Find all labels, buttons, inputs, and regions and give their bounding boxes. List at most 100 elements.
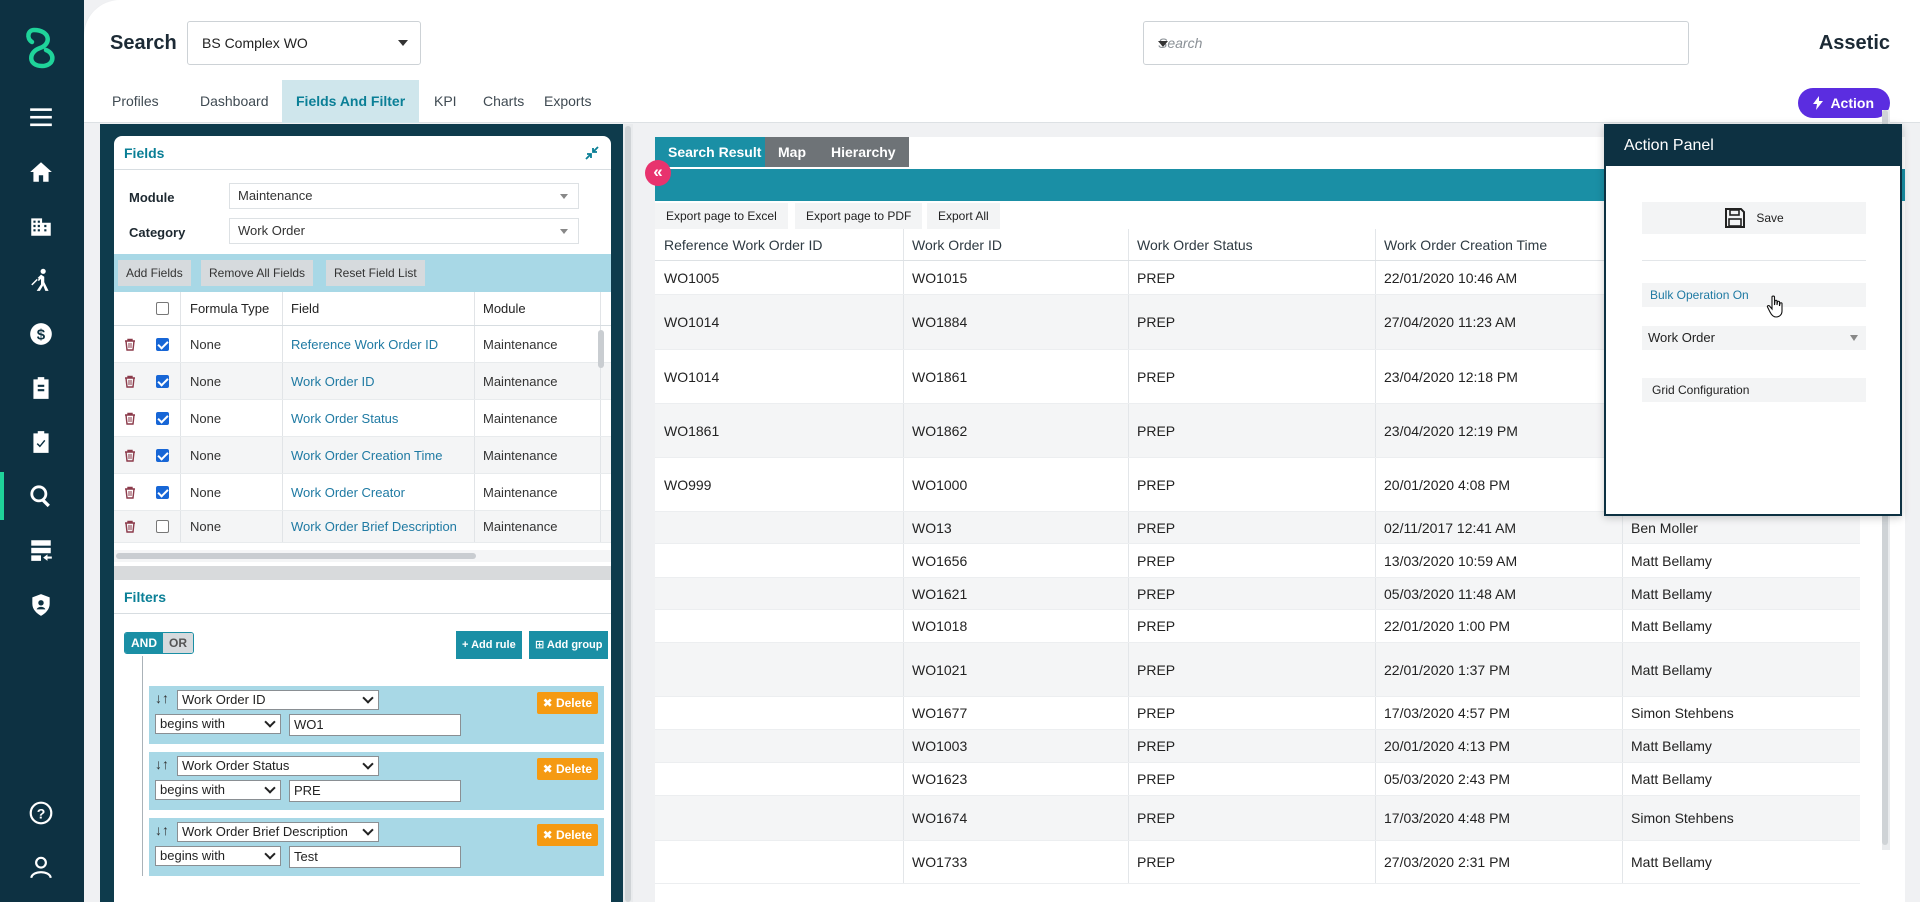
search-icon[interactable] — [24, 479, 58, 513]
and-button[interactable]: AND — [125, 633, 163, 653]
sort-arrows-icon[interactable]: ↓↑ — [155, 756, 169, 772]
rule-value-input[interactable]: Test — [289, 846, 461, 868]
work-order-id-link[interactable]: WO1862 — [903, 404, 967, 457]
save-button[interactable]: Save — [1642, 202, 1866, 234]
field-name-link[interactable]: Work Order Creator — [291, 474, 405, 510]
work-order-id-link[interactable]: WO1656 — [903, 544, 967, 577]
export-excel-button[interactable]: Export page to Excel — [655, 203, 788, 229]
field-name-link[interactable]: Work Order Creation Time — [291, 437, 442, 473]
work-order-id-link[interactable]: WO1621 — [903, 578, 967, 609]
rule-value-input[interactable]: PRE — [289, 780, 461, 802]
action-button[interactable]: Action — [1798, 88, 1890, 118]
select-all-checkbox[interactable] — [156, 292, 169, 325]
tab-charts[interactable]: Charts — [469, 80, 538, 123]
assetic-logo-icon[interactable] — [20, 26, 62, 70]
rule-field-select[interactable]: Work Order Status — [177, 756, 379, 776]
delete-rule-button[interactable]: ✖ Delete — [536, 692, 598, 714]
add-group-button[interactable]: ⊞ Add group — [528, 631, 609, 659]
data-transfer-icon[interactable] — [24, 533, 58, 567]
trash-icon[interactable] — [124, 326, 136, 362]
or-button[interactable]: OR — [163, 633, 193, 653]
user-icon[interactable] — [24, 850, 58, 884]
tab-fields-and-filter[interactable]: Fields And Filter — [282, 80, 420, 123]
column-header[interactable]: Work Order Creation Time — [1375, 229, 1547, 260]
security-shield-icon[interactable] — [24, 588, 58, 622]
field-checkbox[interactable] — [156, 437, 169, 473]
grid-configuration-button[interactable]: Grid Configuration — [1642, 378, 1866, 402]
horizontal-scrollbar[interactable] — [114, 550, 611, 562]
add-fields-button[interactable]: Add Fields — [118, 260, 191, 286]
work-order-id-link[interactable]: WO1623 — [903, 763, 967, 795]
menu-icon[interactable] — [24, 100, 58, 134]
collapse-arrows-icon[interactable] — [585, 146, 599, 160]
trash-icon[interactable] — [124, 474, 136, 510]
clipboard-icon[interactable] — [24, 371, 58, 405]
field-checkbox[interactable] — [156, 511, 169, 542]
trash-icon[interactable] — [124, 437, 136, 473]
work-order-id-link[interactable]: WO13 — [903, 512, 952, 543]
tab-dashboard[interactable]: Dashboard — [186, 80, 283, 123]
work-order-id-link[interactable]: WO1000 — [903, 458, 967, 511]
category-select[interactable]: Work Order — [229, 218, 579, 244]
work-order-id-link[interactable]: WO1677 — [903, 697, 967, 729]
task-icon[interactable] — [24, 425, 58, 459]
work-order-id-link[interactable]: WO1861 — [903, 350, 967, 403]
work-order-status: PREP — [1137, 705, 1176, 721]
bulk-target-select[interactable]: Work Order — [1642, 326, 1866, 350]
work-order-id-link[interactable]: WO1003 — [903, 730, 967, 762]
trash-icon[interactable] — [124, 511, 136, 542]
trash-icon[interactable] — [124, 400, 136, 436]
vertical-scrollbar[interactable] — [598, 330, 604, 368]
remove-all-fields-button[interactable]: Remove All Fields — [201, 260, 314, 286]
collapse-pane-button[interactable]: « — [645, 160, 671, 186]
field-checkbox[interactable] — [156, 400, 169, 436]
trash-icon[interactable] — [124, 363, 136, 399]
work-order-id-link[interactable]: WO1733 — [903, 841, 967, 883]
global-search-input[interactable]: Search — [1143, 21, 1689, 65]
module-select[interactable]: Maintenance — [229, 183, 579, 209]
work-order-id-link[interactable]: WO1674 — [903, 796, 967, 840]
reset-field-list-button[interactable]: Reset Field List — [326, 260, 425, 286]
rule-operator-select[interactable]: begins with — [155, 714, 281, 734]
bulk-operation-button[interactable]: Bulk Operation On — [1642, 283, 1866, 307]
tab-profiles[interactable]: Profiles — [98, 80, 173, 123]
work-order-id-link[interactable]: WO1884 — [903, 295, 967, 349]
tab-kpi[interactable]: KPI — [420, 80, 471, 123]
delete-rule-button[interactable]: ✖ Delete — [536, 758, 598, 780]
rule-field-select[interactable]: Work Order Brief Description — [177, 822, 379, 842]
tab-search-result[interactable]: Search Result — [655, 137, 775, 167]
field-checkbox[interactable] — [156, 326, 169, 362]
sort-arrows-icon[interactable]: ↓↑ — [155, 822, 169, 838]
profile-select[interactable]: BS Complex WO — [187, 21, 421, 65]
column-header[interactable]: Work Order Status — [1128, 229, 1253, 260]
work-order-id-link[interactable]: WO1015 — [903, 261, 967, 294]
tab-map[interactable]: Map — [765, 137, 819, 167]
field-checkbox[interactable] — [156, 363, 169, 399]
column-header[interactable]: Work Order ID — [903, 229, 1002, 260]
field-checkbox[interactable] — [156, 474, 169, 510]
export-all-button[interactable]: Export All — [927, 203, 1000, 229]
export-pdf-button[interactable]: Export page to PDF — [795, 203, 923, 229]
work-order-id-link[interactable]: WO1018 — [903, 610, 967, 642]
help-icon[interactable]: ? — [24, 796, 58, 830]
finance-icon[interactable]: $ — [24, 317, 58, 351]
add-rule-button[interactable]: + Add rule — [456, 631, 522, 659]
rule-operator-select[interactable]: begins with — [155, 846, 281, 866]
rule-value-input[interactable]: WO1 — [289, 714, 461, 736]
work-order-id-link[interactable]: WO1021 — [903, 643, 967, 696]
home-icon[interactable] — [24, 155, 58, 189]
field-name-link[interactable]: Work Order ID — [291, 363, 375, 399]
column-header[interactable]: Reference Work Order ID — [655, 229, 822, 260]
worker-icon[interactable] — [24, 263, 58, 297]
field-name-link[interactable]: Reference Work Order ID — [291, 326, 438, 362]
rule-operator-select[interactable]: begins with — [155, 780, 281, 800]
field-name-link[interactable]: Work Order Brief Description — [291, 511, 457, 542]
sort-arrows-icon[interactable]: ↓↑ — [155, 690, 169, 706]
building-icon[interactable] — [24, 209, 58, 243]
tab-hierarchy[interactable]: Hierarchy — [818, 137, 909, 167]
delete-rule-button[interactable]: ✖ Delete — [536, 824, 598, 846]
left-pane-scrollbar[interactable] — [623, 124, 633, 902]
field-name-link[interactable]: Work Order Status — [291, 400, 398, 436]
rule-field-select[interactable]: Work Order ID — [177, 690, 379, 710]
tab-exports[interactable]: Exports — [530, 80, 605, 123]
